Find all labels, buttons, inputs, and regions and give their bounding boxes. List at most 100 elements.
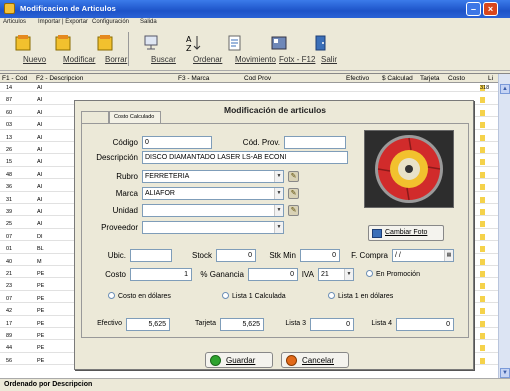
- lista4-field[interactable]: 0: [396, 318, 454, 331]
- row-marker: [480, 159, 485, 166]
- modify-button[interactable]: Modificar: [44, 32, 95, 68]
- minimize-button[interactable]: –: [466, 2, 481, 16]
- cell-code: 87: [6, 97, 13, 104]
- cell-code: 89: [6, 333, 13, 339]
- fcompra-label: F. Compra: [351, 251, 388, 260]
- chevron-down-icon[interactable]: ▼: [274, 205, 283, 216]
- codigo-field[interactable]: 0: [142, 136, 212, 149]
- cell-code: 60: [6, 109, 13, 116]
- stkmin-field[interactable]: 0: [300, 249, 340, 262]
- movement-button[interactable]: Movimiento: [216, 32, 276, 68]
- efectivo-label: Efectivo: [97, 320, 122, 327]
- menu-item-importar[interactable]: Importar | Exportar: [38, 19, 88, 25]
- tab-costo-calculado[interactable]: Costo Calculado: [109, 111, 161, 123]
- cancel-icon: [286, 355, 297, 366]
- col-header-tarjeta[interactable]: Tarjeta: [420, 75, 440, 82]
- cancel-button[interactable]: Cancelar: [281, 352, 349, 368]
- row-marker: [480, 171, 485, 178]
- status-text: Ordenado por Descripcion: [4, 381, 93, 388]
- codprov-field[interactable]: [284, 136, 346, 149]
- proveedor-select[interactable]: ▼: [142, 221, 284, 234]
- unidad-label: Unidad: [112, 206, 138, 215]
- col-header-desc[interactable]: F2 - Descripcion: [36, 75, 83, 82]
- cell-code: 01: [6, 246, 13, 253]
- efectivo-field[interactable]: 5,625: [126, 318, 170, 331]
- tab-general[interactable]: General: [81, 111, 109, 123]
- ubic-field[interactable]: [130, 249, 172, 262]
- cell-code: 15: [6, 159, 13, 166]
- cell-code: 23: [6, 283, 13, 290]
- row-marker: [480, 97, 485, 104]
- exit-button[interactable]: Salir: [302, 32, 340, 68]
- grid-scrollbar[interactable]: ▲ ▼: [498, 74, 510, 379]
- fcompra-field[interactable]: / / ▦: [392, 249, 454, 262]
- col-header-marca[interactable]: F3 - Marca: [178, 75, 209, 82]
- menu-item-salida[interactable]: Salida: [140, 19, 157, 25]
- delete-button[interactable]: Borrar: [86, 32, 127, 68]
- chevron-down-icon[interactable]: ▼: [274, 222, 283, 233]
- edit-article-dialog: Modificación de articulos General Costo …: [74, 100, 474, 370]
- product-image: [364, 130, 454, 208]
- col-header-costo[interactable]: Costo: [448, 75, 465, 82]
- calendar-icon[interactable]: ▦: [444, 250, 453, 261]
- cell-code: 26: [6, 147, 13, 153]
- chevron-down-icon[interactable]: ▼: [274, 171, 283, 182]
- radio-lista1-dolares[interactable]: Lista 1 en dólares: [328, 292, 393, 300]
- table-row[interactable]: 14 AI: [0, 84, 510, 93]
- menu-item-configuracion[interactable]: Configuración: [92, 19, 129, 25]
- edit-unidad-icon[interactable]: ✎: [288, 205, 299, 216]
- stock-field[interactable]: 0: [216, 249, 256, 262]
- row-marker: [480, 184, 485, 191]
- save-button[interactable]: Guardar: [205, 352, 273, 368]
- tarjeta-label: Tarjeta: [194, 320, 216, 327]
- rubro-select[interactable]: FERRETERIA ▼: [142, 170, 284, 183]
- iva-select[interactable]: 21 ▼: [318, 268, 354, 281]
- change-photo-button[interactable]: Cambiar Foto: [368, 225, 444, 241]
- close-button[interactable]: ×: [483, 2, 498, 16]
- cell-code: 07: [6, 233, 13, 240]
- col-header-efectivo[interactable]: Efectivo: [346, 75, 369, 82]
- scroll-up-icon[interactable]: ▲: [500, 84, 510, 94]
- row-marker: [480, 233, 485, 240]
- cell-code: 44: [6, 345, 13, 352]
- row-marker: [480, 345, 485, 352]
- tarjeta-field[interactable]: 5,625: [220, 318, 264, 331]
- photo-icon: [271, 36, 287, 50]
- sort-button[interactable]: AZ Ordenar: [174, 32, 222, 68]
- row-marker: [480, 221, 485, 228]
- descripcion-field[interactable]: DISCO DIAMANTADO LASER LS-AB ECONI: [142, 151, 348, 164]
- iva-label: IVA: [301, 270, 314, 279]
- col-header-cod[interactable]: F1 - Cod: [2, 75, 27, 82]
- edit-marca-icon[interactable]: ✎: [288, 188, 299, 199]
- unidad-select[interactable]: ▼: [142, 204, 284, 217]
- radio-costo-dolares[interactable]: Costo en dólares: [108, 292, 171, 300]
- lista3-field[interactable]: 0: [310, 318, 354, 331]
- menu-item-articulos[interactable]: Articulos: [3, 19, 26, 25]
- col-header-codprov[interactable]: Cod Prov: [244, 75, 271, 82]
- promo-checkbox[interactable]: En Promoción: [366, 270, 420, 278]
- cell-desc: AI: [37, 184, 43, 191]
- col-header-li[interactable]: Li: [488, 75, 493, 82]
- ganancia-field[interactable]: 0: [248, 268, 298, 281]
- edit-rubro-icon[interactable]: ✎: [288, 171, 299, 182]
- new-button[interactable]: Nuevo: [4, 32, 46, 68]
- photo-button[interactable]: Fotx - F12: [260, 32, 315, 68]
- chevron-down-icon[interactable]: ▼: [344, 269, 353, 280]
- grid-header: F1 - Cod F2 - Descripcion F3 - Marca Cod…: [0, 74, 510, 83]
- search-icon: [144, 35, 158, 50]
- cell-desc: PE: [37, 295, 45, 302]
- search-button[interactable]: Buscar: [132, 32, 176, 68]
- costo-field[interactable]: 1: [130, 268, 192, 281]
- marca-select[interactable]: ALIAFOR ▼: [142, 187, 284, 200]
- row-marker: [480, 134, 485, 141]
- scroll-down-icon[interactable]: ▼: [500, 368, 510, 378]
- check-icon: [210, 355, 221, 366]
- chevron-down-icon[interactable]: ▼: [274, 188, 283, 199]
- cell-code: 14: [6, 85, 13, 91]
- cell-desc: AI: [37, 97, 43, 104]
- edit-icon: [55, 35, 71, 51]
- cell-code: 36: [6, 184, 13, 191]
- col-header-calculado[interactable]: $ Calculad: [382, 75, 413, 82]
- descripcion-label: Descripción: [96, 153, 138, 162]
- radio-lista1-calculada[interactable]: Lista 1 Calculada: [222, 292, 286, 300]
